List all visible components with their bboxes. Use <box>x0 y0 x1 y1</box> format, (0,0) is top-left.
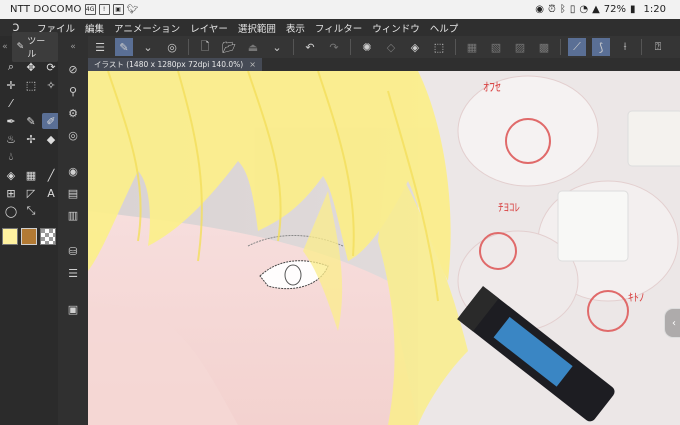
brush-size-icon[interactable]: ◎ <box>58 124 88 146</box>
save-icon[interactable]: ⏏ <box>244 38 262 56</box>
battery-text: 72% <box>603 4 627 15</box>
document-tab-title: イラスト (1480 x 1280px 72dpi 140.0%) <box>94 60 244 69</box>
eye-icon: ◉ <box>535 4 545 15</box>
new-file-icon[interactable]: 🗋︎ <box>196 38 214 56</box>
menu-edit[interactable]: 編集 <box>80 21 109 35</box>
smartphone-icon[interactable]: ◎ <box>163 38 181 56</box>
svg-text:ｷﾄﾉ: ｷﾄﾉ <box>628 291 645 304</box>
menu-window[interactable]: ウィンドウ <box>367 21 425 35</box>
menu-filter[interactable]: フィルター <box>310 21 367 35</box>
vibrate-icon: ▯ <box>569 4 576 15</box>
fill-icon[interactable]: ◈ <box>2 167 20 183</box>
ruler-icon[interactable]: ◸ <box>22 185 40 201</box>
deselect-icon[interactable]: ▦ <box>463 38 481 56</box>
command-bar: ☰ ✎ ⌄ ◎ 🗋︎ 📂︎ ⏏ ⌄ ↶ ↷ ✺ ◇ ◈ ⬚ ▦ ▧ ▨ ▩ ⟋ … <box>88 36 680 58</box>
tool-panel-header: « ✎ ツール <box>0 32 58 62</box>
bluetooth-icon: ᛒ <box>559 4 566 15</box>
layer-property-icon[interactable]: ⛁ <box>58 240 88 262</box>
canvas[interactable]: ｵﾌｾ ﾁﾖｺﾚ ｷﾄﾉ <box>88 71 680 425</box>
menu-selection[interactable]: 選択範囲 <box>233 21 281 35</box>
photo-icon: ▣ <box>112 4 124 15</box>
menu-bar: ↄ ファイル 編集 アニメーション レイヤー 選択範囲 表示 フィルター ウィン… <box>0 19 680 36</box>
tool-grid: ⌕ ✥ ⟳ ✛ ⬚ ✧ ⁄ ✒ ✎ ✐ ♨ ✢ ◆ 💧︎ ◈ ▦ ╱ ⊞ ◸ A… <box>0 58 60 220</box>
help-icon[interactable]: ⍰ <box>649 38 667 56</box>
crop-icon[interactable]: ▨ <box>511 38 529 56</box>
signal-icon: 4G <box>84 4 96 15</box>
battery-icon: ▮ <box>630 4 636 15</box>
eyedropper-icon[interactable]: ⁄ <box>2 95 20 111</box>
carrier-name: NTT DOCOMO <box>10 4 82 15</box>
collapse-sub-icon[interactable]: « <box>58 36 88 58</box>
artwork: ｵﾌｾ ﾁﾖｺﾚ ｷﾄﾉ <box>88 71 680 425</box>
loading-icon[interactable]: ✺ <box>358 38 376 56</box>
color-history-icon[interactable]: ▥ <box>58 204 88 226</box>
main-color-swatch[interactable] <box>2 228 18 245</box>
invert-selection-icon[interactable]: ▧ <box>487 38 505 56</box>
snap-ruler-icon[interactable]: ⟋ <box>568 38 586 56</box>
clock: 1:20 <box>643 4 666 15</box>
fill-bucket-icon[interactable]: ◈ <box>406 38 424 56</box>
hand-icon[interactable]: ✥ <box>22 59 40 75</box>
redo-icon[interactable]: ↷ <box>325 38 343 56</box>
notification-icon: ! <box>98 4 110 15</box>
selection-launcher-icon[interactable]: ▩ <box>535 38 553 56</box>
line-correction-icon[interactable]: ⤡ <box>22 203 40 219</box>
pen-tab-icon: ✎ <box>16 42 25 52</box>
wifi-icon: ◔ <box>579 4 589 15</box>
chevron-left-icon[interactable]: ‹ <box>664 308 680 338</box>
document-tab-bar: イラスト (1480 x 1280px 72dpi 140.0%) × <box>88 58 680 71</box>
clear-icon[interactable]: ◇ <box>382 38 400 56</box>
close-icon[interactable]: × <box>249 58 256 71</box>
move-icon[interactable]: ✛ <box>2 77 20 93</box>
transparent-color-swatch[interactable] <box>40 228 56 245</box>
status-bar: NTT DOCOMO 4G ! ▣ 🐦︎ ◉ ⏰︎ ᛒ ▯ ◔ ▲ 72% ▮ … <box>0 0 680 19</box>
tool-tab-label: ツール <box>27 37 46 60</box>
document-tab[interactable]: イラスト (1480 x 1280px 72dpi 140.0%) × <box>88 58 262 71</box>
hamburger-menu-icon[interactable]: ☰ <box>91 38 109 56</box>
zoom-icon[interactable]: ⌕ <box>2 59 20 75</box>
menu-layer[interactable]: レイヤー <box>185 21 233 35</box>
menu-view[interactable]: 表示 <box>281 21 310 35</box>
blend-icon[interactable]: 💧︎ <box>2 149 20 165</box>
balloon-icon[interactable]: ◯ <box>2 203 20 219</box>
chevron-down-icon[interactable]: ⌄ <box>268 38 286 56</box>
collapse-left-icon[interactable]: « <box>0 42 10 52</box>
frame-icon[interactable]: ⊞ <box>2 185 20 201</box>
airbrush-icon[interactable]: ♨ <box>2 131 20 147</box>
quick-access-icon[interactable]: ✎ <box>115 38 133 56</box>
navigator-icon[interactable]: ⊘ <box>58 58 88 80</box>
tool-panel: « ✎ ツール ⌕ ✥ ⟳ ✛ ⬚ ✧ ⁄ ✒ ✎ ✐ ♨ ✢ ◆ 💧︎ ◈ ▦… <box>0 32 60 425</box>
gradient-icon[interactable]: ▦ <box>22 167 40 183</box>
snap-special-ruler-icon[interactable]: ⟆ <box>592 38 610 56</box>
transform-icon[interactable]: ⬚ <box>430 38 448 56</box>
menu-animation[interactable]: アニメーション <box>109 21 185 35</box>
undo-icon[interactable]: ↶ <box>301 38 319 56</box>
color-set-icon[interactable]: ▤ <box>58 182 88 204</box>
color-swatches <box>0 220 58 253</box>
color-wheel-icon[interactable]: ◉ <box>58 160 88 182</box>
snap-grid-icon[interactable]: ⟊ <box>616 38 634 56</box>
sub-color-swatch[interactable] <box>21 228 37 245</box>
marquee-icon[interactable]: ⬚ <box>22 77 40 93</box>
chevron-down-icon[interactable]: ⌄ <box>139 38 157 56</box>
alarm-icon: ⏰︎ <box>548 4 556 15</box>
pencil-icon[interactable]: ✎ <box>22 113 40 129</box>
tool-property-icon[interactable]: ⚙ <box>58 102 88 124</box>
material-icon[interactable]: ▣ <box>58 298 88 320</box>
open-folder-icon[interactable]: 📂︎ <box>220 38 238 56</box>
menu-help[interactable]: ヘルプ <box>425 21 464 35</box>
svg-text:ｵﾌｾ: ｵﾌｾ <box>483 80 501 94</box>
layers-icon[interactable]: ☰ <box>58 262 88 284</box>
sub-tool-icon[interactable]: ⚲ <box>58 80 88 102</box>
sub-tool-strip: « ⊘ ⚲ ⚙ ◎ ◉ ▤ ▥ ⛁ ☰ ▣ <box>58 36 88 425</box>
tool-tab[interactable]: ✎ ツール <box>11 32 58 62</box>
cell-signal-icon: ▲ <box>592 4 600 15</box>
twitter-icon: 🐦︎ <box>126 4 139 15</box>
svg-text:ﾁﾖｺﾚ: ﾁﾖｺﾚ <box>498 201 520 214</box>
deco-icon[interactable]: ✢ <box>22 131 40 147</box>
pen-icon[interactable]: ✒ <box>2 113 20 129</box>
